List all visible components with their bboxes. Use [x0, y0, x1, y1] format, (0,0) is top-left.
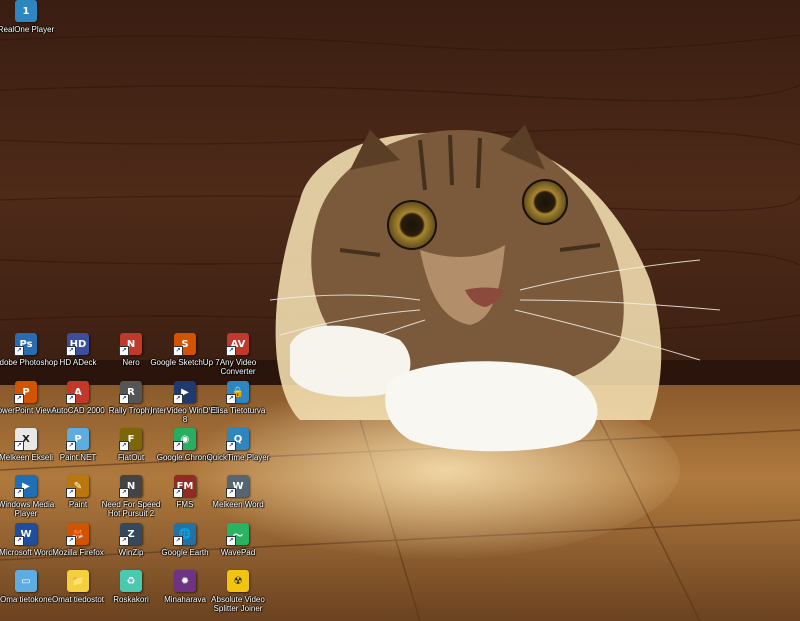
shortcut-arrow-icon: ↗ — [226, 536, 236, 546]
shortcut-arrow-icon: ↗ — [226, 441, 236, 451]
video-splitter-icon: ☢ — [227, 570, 249, 592]
nero-icon: N ↗ — [119, 333, 142, 356]
google-earth-icon: 🌐 ↗ — [173, 523, 196, 546]
firefox-icon: 🦊 ↗ — [66, 523, 89, 546]
shortcut-arrow-icon: ↗ — [14, 488, 24, 498]
msword-icon: W ↗ — [14, 523, 37, 546]
video-converter-icon: AV ↗ — [226, 333, 249, 356]
hd-adeck-icon: HD ↗ — [66, 333, 89, 356]
shortcut-arrow-icon: ↗ — [14, 441, 24, 451]
shortcut-arrow-icon: ↗ — [226, 346, 236, 356]
desktop-icon-wavepad[interactable]: 〜 ↗ WavePad — [206, 523, 270, 571]
nfs-icon: N ↗ — [119, 475, 142, 498]
windvd-icon: ▶ ↗ — [173, 381, 196, 404]
desktop-icon-realone-player[interactable]: 1 RealOne Player — [0, 0, 58, 48]
excel-icon: X ↗ — [14, 428, 37, 451]
desktop-icon-label: Elisa Tietoturva — [210, 406, 266, 415]
desktop-icon-elisa-tietoturva[interactable]: 🔒 ↗ Elisa Tietoturva — [206, 381, 270, 429]
desktop-icon-label: Melkeen Word — [212, 500, 264, 509]
paintnet-icon: P ↗ — [66, 428, 89, 451]
paint-icon: ✎ ↗ — [66, 475, 89, 498]
lock-icon: 🔒 ↗ — [226, 381, 249, 404]
photoshop-icon: Ps ↗ — [14, 333, 37, 356]
shortcut-arrow-icon: ↗ — [173, 441, 183, 451]
fms-icon: FM ↗ — [173, 475, 196, 498]
desktop-icon-label: Absolute Video Splitter Joiner — [211, 595, 265, 613]
shortcut-arrow-icon: ↗ — [173, 346, 183, 356]
shortcut-arrow-icon: ↗ — [14, 346, 24, 356]
flatout-icon: F ↗ — [119, 428, 142, 451]
shortcut-arrow-icon: ↗ — [66, 441, 76, 451]
chrome-icon: ◉ ↗ — [173, 428, 196, 451]
desktop-icon-absolute-video-splitter-joiner[interactable]: ☢ Absolute Video Splitter Joiner — [206, 570, 270, 618]
shortcut-arrow-icon: ↗ — [119, 346, 129, 356]
sketchup-icon: S ↗ — [173, 333, 196, 356]
autocad-icon: A ↗ — [66, 381, 89, 404]
rally-trophy-icon: R ↗ — [119, 381, 142, 404]
shortcut-arrow-icon: ↗ — [119, 488, 129, 498]
desktop-icon-label: RealOne Player — [0, 25, 55, 34]
shortcut-arrow-icon: ↗ — [14, 536, 24, 546]
shortcut-arrow-icon: ↗ — [173, 394, 183, 404]
shortcut-arrow-icon: ↗ — [14, 394, 24, 404]
desktop-icon-label: QuickTime Player — [206, 453, 270, 462]
wavepad-icon: 〜 ↗ — [226, 523, 249, 546]
desktop-icon-quicktime-player[interactable]: Q ↗ QuickTime Player — [206, 428, 270, 476]
desktop-icon-label: WavePad — [220, 548, 256, 557]
shortcut-arrow-icon: ↗ — [173, 488, 183, 498]
winzip-icon: Z ↗ — [119, 523, 142, 546]
my-computer-icon: ▭ — [15, 570, 37, 592]
shortcut-arrow-icon: ↗ — [66, 346, 76, 356]
desktop-icon-melkeen-word[interactable]: W ↗ Melkeen Word — [206, 475, 270, 523]
desktop-icon-label: Any Video Converter — [219, 358, 257, 376]
minaharava-icon: ✹ — [174, 570, 196, 592]
shortcut-arrow-icon: ↗ — [226, 488, 236, 498]
shortcut-arrow-icon: ↗ — [119, 394, 129, 404]
shortcut-arrow-icon: ↗ — [66, 394, 76, 404]
shortcut-arrow-icon: ↗ — [66, 488, 76, 498]
quicktime-icon: Q ↗ — [226, 428, 249, 451]
realone-icon: 1 — [15, 0, 37, 22]
my-documents-icon: 📁 — [67, 570, 89, 592]
media-player-icon: ▶ ↗ — [14, 475, 37, 498]
recycle-bin-icon: ♻ — [120, 570, 142, 592]
desktop-icon-area: Ps ↗ Adobe Photoshop HD ↗ HD ADeck N ↗ Nero S ↗ Goo… — [0, 0, 800, 621]
shortcut-arrow-icon: ↗ — [66, 536, 76, 546]
shortcut-arrow-icon: ↗ — [119, 441, 129, 451]
shortcut-arrow-icon: ↗ — [119, 536, 129, 546]
shortcut-arrow-icon: ↗ — [173, 536, 183, 546]
word-icon: W ↗ — [226, 475, 249, 498]
shortcut-arrow-icon: ↗ — [226, 394, 236, 404]
powerpoint-icon: P ↗ — [14, 381, 37, 404]
desktop-icon-any-video-converter[interactable]: AV ↗ Any Video Converter — [206, 333, 270, 381]
